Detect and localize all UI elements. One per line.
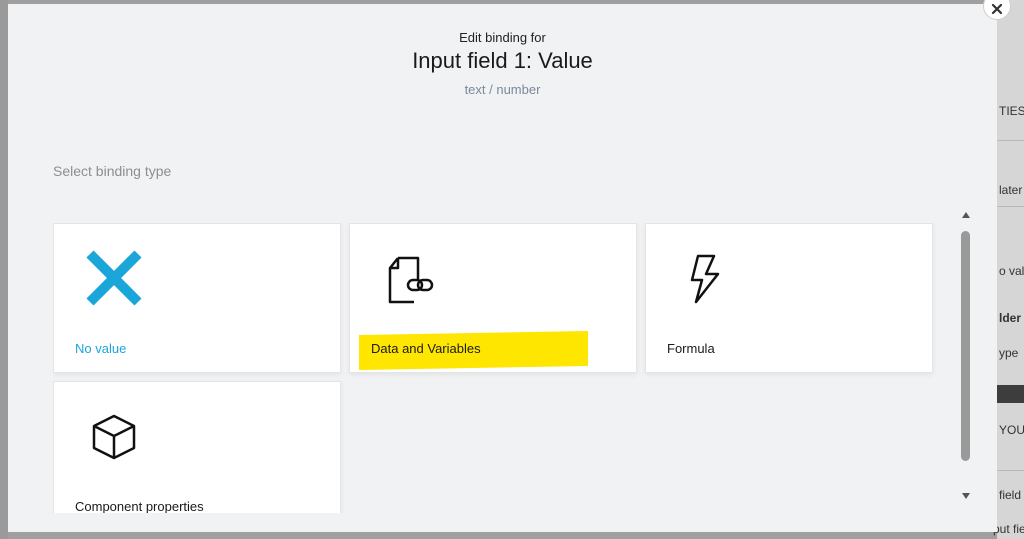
binding-card-component-properties[interactable]: Component properties [53,381,341,513]
bg-text-no-value: o val [999,264,1024,278]
binding-card-label: No value [75,341,127,356]
background-editor-left [0,0,8,539]
binding-card-data-and-variables[interactable]: Data and Variables [349,223,637,373]
cube-icon [92,414,136,460]
bg-divider [997,470,1024,471]
binding-card-label: Data and Variables [371,341,481,356]
close-icon [991,3,1003,15]
bg-text-field: field [999,488,1022,502]
lightning-bolt-icon [690,254,720,304]
background-properties-panel: TIES later o val lder ype YOU field put … [993,0,1024,539]
edit-binding-for-label: Edit binding for [459,30,546,45]
bg-text-your: YOU [999,423,1024,437]
select-binding-type-label: Select binding type [53,163,172,179]
scrollbar-thumb[interactable] [961,231,970,461]
binding-card-label: Formula [667,341,715,356]
scroll-down-arrow-icon[interactable] [960,490,972,502]
bg-text-type: ype [999,346,1019,360]
bg-divider [997,140,1024,141]
bg-dark-bar [997,385,1024,403]
linked-document-icon [388,256,434,304]
edit-binding-modal: Edit binding for Input field 1: Value te… [8,4,997,532]
modal-subtitle: text / number [464,82,541,97]
background-editor-bottom [8,532,997,539]
bg-text-input-field: put field [993,522,1024,536]
cards-scrollbar[interactable] [959,204,973,510]
x-icon [86,250,142,306]
modal-title: Input field 1: Value [412,48,593,73]
binding-card-formula[interactable]: Formula [645,223,933,373]
binding-type-grid: No value Data and Variables Formula Comp [53,223,943,513]
bg-text-properties: TIES [999,104,1024,118]
bg-text-placeholder: lder [999,311,1022,325]
bg-text-later: later [999,183,1023,197]
binding-card-no-value[interactable]: No value [53,223,341,373]
bg-divider [997,206,1024,207]
binding-card-label: Component properties [75,499,204,513]
scroll-up-arrow-icon[interactable] [960,209,972,221]
